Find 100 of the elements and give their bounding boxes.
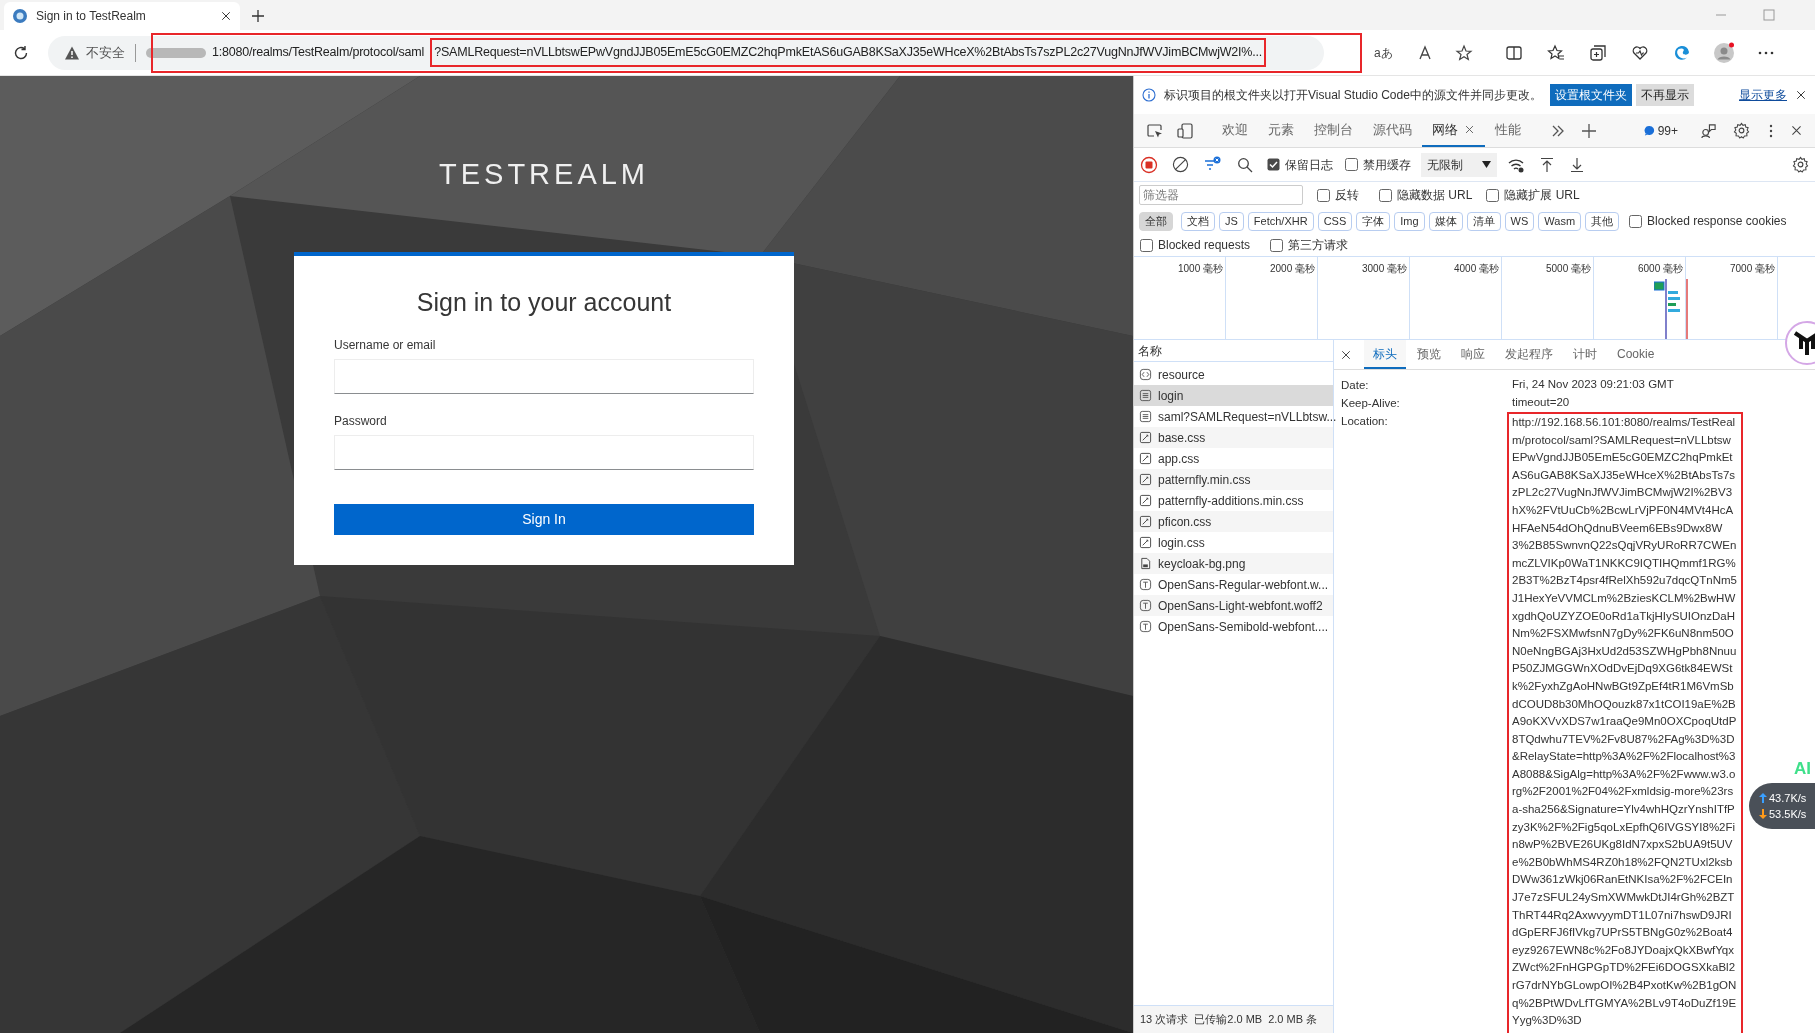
request-row[interactable]: patternfly.min.css	[1134, 469, 1333, 490]
detail-tab[interactable]: Cookie	[1608, 340, 1664, 369]
checkbox[interactable]	[1267, 158, 1280, 171]
issues-count: 99+	[1657, 122, 1678, 140]
split-screen-icon[interactable]	[1504, 43, 1523, 62]
inspect-icon[interactable]	[1146, 121, 1164, 140]
checkbox[interactable]	[1629, 214, 1643, 228]
settings-icon[interactable]	[1792, 156, 1809, 173]
collections-icon[interactable]	[1588, 43, 1607, 62]
checkbox[interactable]	[1486, 188, 1500, 202]
checkbox-label: 隐藏数据 URL	[1397, 187, 1473, 204]
login-title: Sign in to your account	[415, 287, 673, 318]
set-root-folder-button[interactable]: 设置根文件夹	[1549, 84, 1632, 106]
throttling-dropdown[interactable]: 无限制	[1421, 152, 1497, 177]
edge-icon[interactable]	[1672, 43, 1691, 62]
type-filter-chip[interactable]: Fetch/XHR	[1247, 211, 1314, 231]
input-field[interactable]	[334, 359, 754, 394]
clear-icon[interactable]	[1172, 156, 1189, 173]
new-tab-icon[interactable]	[250, 8, 266, 24]
detail-tab[interactable]: 发起程序	[1496, 340, 1562, 369]
checkbox[interactable]	[1140, 238, 1153, 252]
type-filter-chip[interactable]: 字体	[1356, 211, 1391, 231]
document-icon	[1139, 389, 1152, 402]
devtools-tab[interactable]: 源代码	[1363, 114, 1422, 147]
request-row[interactable]: base.css	[1134, 427, 1333, 448]
type-filter-chip[interactable]: WS	[1504, 211, 1535, 231]
close-icon[interactable]	[1340, 348, 1352, 361]
header-value: http://192.168.56.101:8080/realms/TestRealm/protocol/saml?SAMLRequest=nVLLbtswEPwVgndJJB05EmE5cG0EMZC2hqPmkEtAS6uGAB8KSaXJ35eWHceX%2BtAbsTs7szPL2c27VugNnJfWVJimBCMwjW2I%2BV3hX%2FVtUuCb%2BcwLrVjPF0N4MVt4HcAHFAeN54dOhQdnuBVeem6EBs9Dwx8W3%2B85SwnvnQ22sQqjVRyURoRR7CWEnmcZLVIKp0WaT1NKKC9IQTIHQmmf1RG%2B3T%2BzT4psr4fRelXh592u7dqcQTnNm5J1HexYeVVMCLm%2BziesKCLM%2BwHWxgdhQoUZYZOE0oRd1aTkjHIySUIOnzDaHNm%2FSXMwfsnN7gDy%2FK6uN8nm50ON0eNngBGAj3HxUd2d53SZWHgPbh8NnuuP50ZJMGGWnXOdDvEjDq9XG6tk84EWStk%2FyxhZgAoHNwBGt9ZpEf4tR1M6VmSbdCOUD8b30MhOQouzk87x1tCOI19aE%2BA9oKXVvXDS7w1raaQe9Mn0OXCpoqUtdP8TQdwhu7TEV%2Fv8U87%2FAg%3D%3D&RelayState=http%3A%2F%2Flocalhost%3A8088&SigAlg=http%3A%2F%2Fwww.w3.org%2F2001%2F04%2Fxmldsig-more%23rsa-sha256&Signature=Ylv4whHQzrYnshITfPzy3K%2F%2Fig5qoLxEpfhQ6IVGSYI8%2Fin8wP%2BVE26UKg8IdN7xpxS2bUA9t5UVe%2B0bWhMS4RZ0h18%2FQN2TUxl2ksbDWw361zWkj06RanEtNKIsa%2F%2FCEInJ7e7zSFUL24ySmXWMwkDtJI4rGh%2BZTThRT44Rq2AxwvyymDT1L07ni7hswD9JRIdGpERFJ6fIVkg7UPrS5TBNgG0z%2Boat4eyz9267EWN8c%2Fo8JYDoajxQkXBwfYqxZWct%2FnHGPGpTD%2FEi6DOGSXkaBl2rG7drNYbGLowpOI%2B4PxotKw%2B1gONq%2BPtWDvLfTGMYA%2BLv9T4oDuZf19EYyg%3D%3D	[1507, 412, 1743, 1033]
request-name: pficon.css	[1158, 513, 1212, 531]
checkbox-label: 隐藏扩展 URL	[1504, 187, 1580, 204]
type-filter-chip[interactable]: JS	[1219, 211, 1244, 231]
close-icon[interactable]	[220, 10, 232, 22]
reload-icon[interactable]	[12, 43, 30, 62]
redacted-blur	[146, 45, 206, 60]
devtools-tab[interactable]: 网络	[1422, 114, 1485, 147]
fetch-icon	[1139, 368, 1152, 381]
type-filter-chip[interactable]: 文档	[1181, 211, 1215, 231]
sign-in-button[interactable]: Sign In	[334, 504, 754, 535]
font-icon	[1139, 578, 1152, 591]
request-row[interactable]: login	[1134, 385, 1333, 406]
detail-tab[interactable]: 计时	[1564, 340, 1606, 369]
star-icon[interactable]	[1454, 43, 1473, 62]
device-icon[interactable]	[1176, 121, 1194, 140]
checkbox-label: 第三方请求	[1288, 237, 1349, 254]
type-filter-chip[interactable]: CSS	[1317, 211, 1353, 231]
type-filter-chip[interactable]: 全部	[1139, 211, 1173, 231]
request-name: login	[1158, 387, 1184, 405]
show-more-link[interactable]: 显示更多	[1739, 86, 1787, 104]
security-label: 不安全	[86, 43, 125, 62]
devtools-tab[interactable]: 元素	[1258, 114, 1304, 147]
checkbox[interactable]	[1270, 238, 1284, 252]
more-tabs-icon[interactable]	[1551, 123, 1565, 138]
type-filter-chip[interactable]: 媒体	[1428, 211, 1463, 231]
download-icon[interactable]	[1569, 156, 1585, 173]
request-row[interactable]: pficon.css	[1134, 511, 1333, 532]
browser-tab[interactable]: Sign in to TestRealm	[4, 2, 240, 30]
input-field[interactable]	[334, 435, 754, 470]
detail-tab[interactable]: 标头	[1364, 340, 1406, 369]
type-filter-chip[interactable]: 清单	[1466, 211, 1501, 231]
type-filter-chip[interactable]: Img	[1394, 211, 1425, 231]
font-icon	[1139, 620, 1152, 633]
devtools-tab[interactable]: 控制台	[1304, 114, 1363, 147]
checkbox-label: Blocked requests	[1158, 237, 1251, 254]
checkbox[interactable]	[1317, 188, 1330, 202]
request-row[interactable]: keycloak-bg.png	[1134, 553, 1333, 574]
url-query-text: ?SAMLRequest=nVLLbtswEPwVgndJJB05EmE5cG0EMZC2hqPmkEtAS6uGAB8KSaXJ35eWHceX%2BtAbsTs7szPL2c27VugNnJfWVJimBCMwjW2I%...	[430, 38, 1267, 67]
devtools-tab[interactable]: 性能	[1485, 114, 1531, 147]
detail-tab[interactable]: 响应	[1452, 340, 1494, 369]
checkbox[interactable]	[1345, 158, 1358, 171]
favicon-icon	[12, 8, 28, 24]
add-tab-icon[interactable]	[1581, 122, 1597, 139]
close-icon[interactable]	[1464, 124, 1475, 135]
close-icon[interactable]	[1795, 89, 1807, 101]
upload-icon[interactable]	[1539, 156, 1555, 173]
field-label: Password	[334, 413, 388, 430]
detail-tab[interactable]: 预览	[1408, 340, 1450, 369]
filter-field[interactable]: 筛选器	[1139, 185, 1303, 205]
checkbox[interactable]	[1379, 188, 1392, 202]
feedback-icon[interactable]	[1700, 122, 1717, 139]
search-icon[interactable]	[1237, 156, 1253, 173]
tick-label: 5000 毫秒	[1545, 262, 1591, 276]
type-filter-chip[interactable]: Wasm	[1538, 211, 1582, 231]
profile-icon[interactable]	[1712, 41, 1735, 64]
record-icon[interactable]	[1140, 155, 1158, 174]
favorites-icon[interactable]	[1546, 43, 1565, 62]
issues-icon[interactable]	[1643, 125, 1655, 136]
font-icon	[1139, 599, 1152, 612]
type-filter-chip[interactable]: 其他	[1585, 211, 1620, 231]
request-row[interactable]: OpenSans-Light-webfont.woff2	[1134, 595, 1333, 616]
settings-icon[interactable]	[1733, 122, 1750, 139]
header-name: Location:	[1341, 414, 1389, 429]
devtools-tab[interactable]: 欢迎	[1212, 114, 1258, 147]
request-name: OpenSans-Semibold-webfont....	[1158, 618, 1329, 636]
dismiss-button[interactable]: 不再显示	[1635, 84, 1694, 106]
translate-icon[interactable]: aあ	[1374, 43, 1393, 62]
stylesheet-icon	[1139, 473, 1152, 486]
health-icon[interactable]	[1630, 43, 1649, 62]
close-icon[interactable]	[1790, 124, 1803, 137]
tick-label: 7000 毫秒	[1729, 262, 1775, 276]
image-file-icon	[1139, 557, 1152, 570]
